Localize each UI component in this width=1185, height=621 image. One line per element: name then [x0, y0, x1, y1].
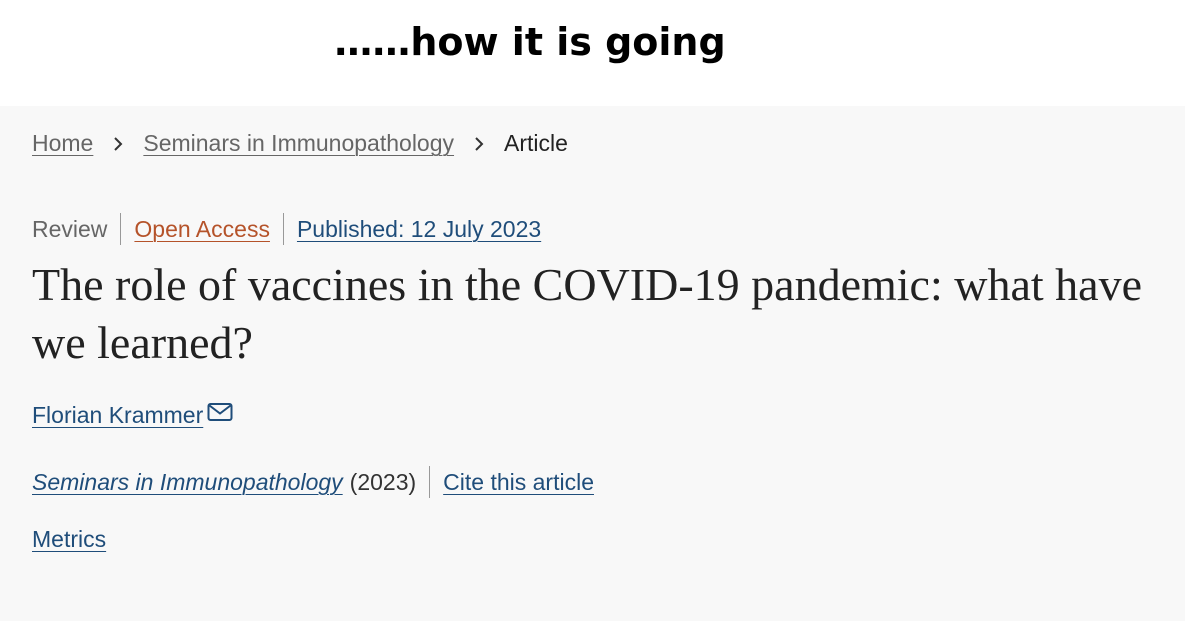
divider — [120, 213, 122, 245]
journal-link[interactable]: Seminars in Immunopathology — [32, 469, 343, 496]
author-row: Florian Krammer — [32, 402, 233, 429]
divider — [282, 213, 284, 245]
caption-text: ……how it is going — [334, 20, 726, 64]
chevron-right-icon — [475, 136, 484, 151]
divider — [429, 466, 431, 498]
breadcrumb-home-link[interactable]: Home — [32, 130, 93, 157]
open-access-link[interactable]: Open Access — [134, 216, 270, 243]
breadcrumb-journal-link[interactable]: Seminars in Immunopathology — [143, 130, 454, 157]
cite-article-link[interactable]: Cite this article — [443, 469, 594, 496]
journal-row: Seminars in Immunopathology (2023) Cite … — [32, 466, 594, 498]
published-date-link[interactable]: Published: 12 July 2023 — [297, 216, 541, 243]
breadcrumb-current: Article — [504, 130, 568, 156]
mail-icon[interactable] — [207, 402, 233, 422]
metrics-link[interactable]: Metrics — [32, 526, 106, 552]
author-link[interactable]: Florian Krammer — [32, 402, 203, 429]
article-type-label: Review — [32, 215, 108, 242]
publication-year: (2023) — [349, 468, 417, 495]
article-title: The role of vaccines in the COVID-19 pan… — [32, 259, 1142, 368]
article-meta-row: Review Open Access Published: 12 July 20… — [32, 213, 541, 245]
metrics-row: Metrics — [32, 526, 106, 553]
chevron-right-icon — [114, 136, 123, 151]
breadcrumb: Home Seminars in Immunopathology Article — [32, 130, 568, 157]
